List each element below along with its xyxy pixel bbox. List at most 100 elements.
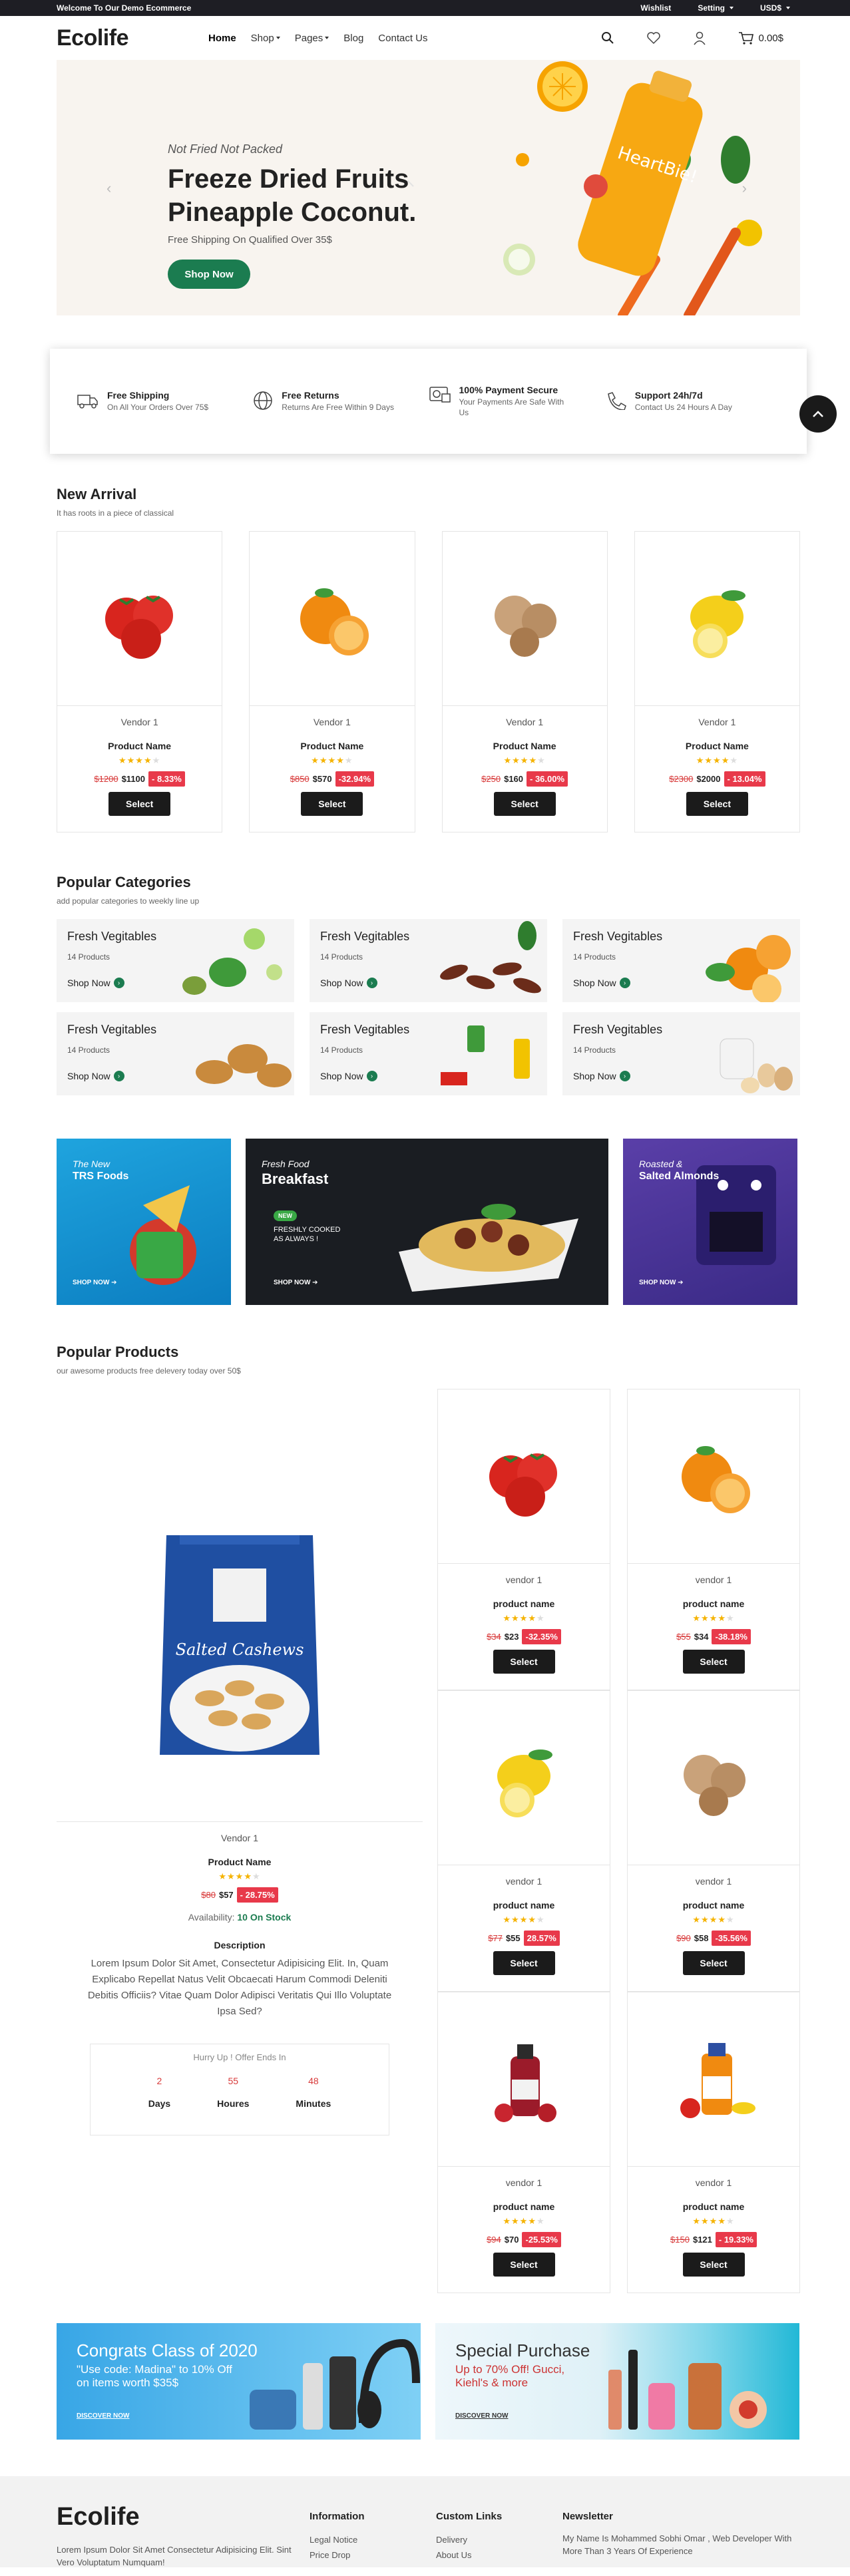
feature-title: Free Returns — [282, 390, 339, 401]
product-image[interactable] — [272, 569, 392, 669]
product-image[interactable] — [654, 1728, 773, 1828]
select-button[interactable]: Select — [108, 792, 171, 816]
banner-trs-foods[interactable]: The New TRS Foods SHOP NOW ➔ — [57, 1139, 231, 1305]
wishlist-link[interactable]: Wishlist — [640, 3, 671, 13]
category-card[interactable]: Fresh Vegitables 14 Products Shop Now › — [57, 1012, 294, 1095]
product-card[interactable]: vendor 1 product name ★★★★★ $55 $34 -38.18% Se… — [627, 1389, 800, 1690]
product-card[interactable]: vendor 1 product name ★★★★★ $34 $23 -32.35% Se… — [437, 1389, 610, 1690]
product-card[interactable]: vendor 1 product name ★★★★★ $77 $55 28.57% Sel… — [437, 1690, 610, 1992]
product-name[interactable]: Product Name — [686, 741, 749, 751]
rating-stars: ★★★★★ — [696, 755, 739, 765]
product-image[interactable] — [654, 1427, 773, 1527]
category-card[interactable]: Fresh Vegitables 14 Products Shop Now › — [310, 919, 547, 1002]
promo-special-purchase[interactable]: Special Purchase Up to 70% Off! Gucci, K… — [435, 2323, 799, 2440]
select-button[interactable]: Select — [682, 1951, 745, 1975]
product-name[interactable]: product name — [493, 1598, 555, 1609]
product-card[interactable]: Vendor 1 Product Name ★★★★★ $850 $570 -32.94%… — [249, 531, 415, 832]
banner-shop-now[interactable]: SHOP NOW ➔ — [274, 1279, 318, 1286]
product-name[interactable]: Product Name — [108, 741, 171, 751]
product-card[interactable]: Vendor 1 Product Name ★★★★★ $1200 $1100- 8.3… — [57, 531, 223, 832]
product-image[interactable] — [654, 2030, 773, 2129]
category-shop-now[interactable]: Shop Now › — [67, 1071, 124, 1081]
nav-pages-label: Pages — [294, 32, 323, 44]
scroll-to-top-button[interactable] — [799, 395, 837, 433]
user-icon[interactable] — [693, 31, 706, 45]
currency-dropdown[interactable]: USD$ — [760, 3, 790, 13]
cart-button[interactable]: 0.00$ — [738, 31, 783, 45]
banner-breakfast[interactable]: Fresh Food Breakfast NEW FRESHLY COOKED … — [246, 1139, 608, 1305]
cashews-pack-image[interactable]: Salted Cashews — [140, 1529, 339, 1768]
product-vendor: vendor 1 — [695, 1574, 732, 1585]
product-vendor: vendor 1 — [695, 1876, 732, 1887]
category-card[interactable]: Fresh Vegitables 14 Products Shop Now › — [310, 1012, 547, 1095]
nav-blog[interactable]: Blog — [343, 33, 363, 44]
product-name[interactable]: Product Name — [493, 741, 556, 751]
product-name[interactable]: product name — [683, 2201, 745, 2212]
select-button[interactable]: Select — [301, 792, 363, 816]
product-card[interactable]: Vendor 1 Product Name ★★★★★ $250 $160- 36.00… — [441, 531, 608, 832]
chevron-down-icon — [729, 7, 734, 9]
category-card[interactable]: Fresh Vegitables 14 Products Shop Now › — [562, 919, 800, 1002]
select-button[interactable]: Select — [493, 1951, 555, 1975]
nav-home[interactable]: Home — [208, 33, 236, 44]
logo[interactable]: Ecolife — [57, 25, 128, 51]
select-button[interactable]: Select — [493, 2253, 555, 2277]
category-shop-now[interactable]: Shop Now › — [573, 1071, 630, 1081]
product-name[interactable]: product name — [493, 1900, 555, 1911]
nav-shop[interactable]: Shop — [251, 33, 280, 44]
product-card[interactable]: Vendor 1 Product Name ★★★★★ $2300 $2000- 13.… — [634, 531, 800, 832]
product-card[interactable]: vendor 1 product name ★★★★★ $150 $121- 19.33… — [627, 1992, 800, 2293]
banner-shop-now[interactable]: SHOP NOW ➔ — [73, 1279, 117, 1286]
product-card[interactable]: vendor 1 product name ★★★★★ $94 $70 -25.53% Se… — [437, 1992, 610, 2293]
product-name[interactable]: product name — [493, 2201, 555, 2212]
footer-link[interactable]: About Us — [436, 2547, 502, 2563]
hero-title-line2: Pineapple Coconut. — [168, 198, 417, 227]
product-image[interactable] — [464, 1728, 584, 1828]
promo-text: "Use code: Madina" to 10% Off on items w… — [77, 2363, 232, 2389]
promo-discover-link[interactable]: DISCOVER NOW — [77, 2412, 129, 2420]
old-price: $850 — [290, 774, 310, 784]
product-image[interactable] — [80, 569, 200, 669]
footer-link[interactable]: Legal Notice — [310, 2532, 365, 2547]
category-card[interactable]: Fresh Vegitables 14 Products Shop Now › — [57, 919, 294, 1002]
product-image-frame — [628, 1389, 799, 1564]
hero-shop-now-button[interactable]: Shop Now — [168, 260, 250, 289]
footer-link[interactable]: Price Drop — [310, 2547, 365, 2563]
search-icon[interactable] — [601, 31, 614, 45]
product-name[interactable]: Product Name — [300, 741, 363, 751]
heart-icon[interactable] — [646, 31, 661, 45]
slider-next-icon[interactable]: › — [742, 180, 747, 197]
setting-dropdown[interactable]: Setting — [698, 3, 734, 13]
nav-contact[interactable]: Contact Us — [378, 33, 427, 44]
select-button[interactable]: Select — [686, 792, 748, 816]
product-name[interactable]: product name — [683, 1900, 745, 1911]
product-image[interactable] — [465, 569, 584, 669]
slider-prev-icon[interactable]: ‹ — [106, 180, 111, 197]
discount-badge: -32.94% — [335, 771, 374, 787]
product-card[interactable]: vendor 1 product name ★★★★★ $90 $58 -35.56% Se… — [627, 1690, 800, 1992]
product-name[interactable]: Product Name — [208, 1857, 272, 1867]
select-button[interactable]: Select — [682, 1650, 745, 1674]
category-shop-now[interactable]: Shop Now › — [320, 1071, 377, 1081]
banner-shop-now[interactable]: SHOP NOW ➔ — [639, 1279, 684, 1286]
select-button[interactable]: Select — [682, 2253, 745, 2277]
category-card[interactable]: Fresh Vegitables 14 Products Shop Now › — [562, 1012, 800, 1095]
promo-discover-link[interactable]: DISCOVER NOW — [455, 2412, 508, 2420]
promo-class-2020[interactable]: Congrats Class of 2020 "Use code: Madina… — [57, 2323, 421, 2440]
category-shop-now[interactable]: Shop Now › — [573, 978, 630, 988]
product-name[interactable]: product name — [683, 1598, 745, 1609]
nav-pages[interactable]: Pages — [295, 33, 329, 44]
product-image-frame — [438, 1992, 610, 2167]
nav-shop-label: Shop — [250, 32, 274, 44]
new-price: $570 — [312, 774, 332, 784]
banner-almonds[interactable]: Roasted & Salted Almonds SHOP NOW ➔ — [623, 1139, 797, 1305]
product-image[interactable] — [464, 2030, 584, 2129]
category-shop-now[interactable]: Shop Now › — [67, 978, 124, 988]
old-price: $2300 — [669, 774, 694, 784]
select-button[interactable]: Select — [493, 792, 556, 816]
product-image[interactable] — [657, 569, 777, 669]
product-image[interactable] — [464, 1427, 584, 1527]
select-button[interactable]: Select — [493, 1650, 555, 1674]
footer-link[interactable]: Delivery — [436, 2532, 502, 2547]
category-shop-now[interactable]: Shop Now › — [320, 978, 377, 988]
